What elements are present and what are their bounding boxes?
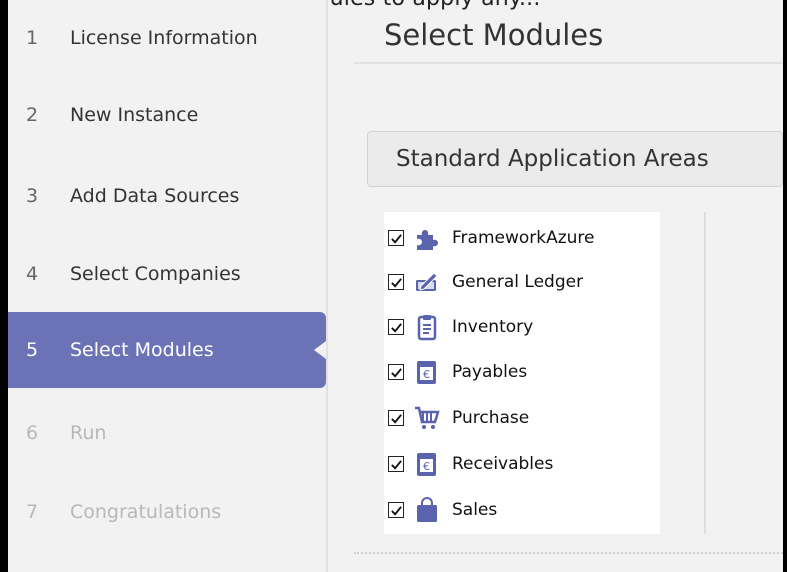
- step-number: 3: [26, 185, 39, 207]
- module-label: Inventory: [452, 317, 534, 337]
- page-title: Select Modules: [384, 18, 604, 52]
- module-label: Purchase: [452, 408, 530, 428]
- checkmark-icon: [390, 277, 402, 288]
- step-new-instance[interactable]: 2 New Instance: [8, 91, 326, 139]
- module-label: Receivables: [452, 454, 554, 474]
- wizard-steps-sidebar: 1 License Information 2 New Instance 3 A…: [8, 0, 326, 572]
- step-label: Run: [70, 422, 107, 444]
- column-divider: [704, 212, 706, 534]
- checkmark-icon: [390, 367, 402, 378]
- step-number: 6: [26, 422, 39, 444]
- checkmark-icon: [390, 413, 402, 424]
- module-checkbox[interactable]: [388, 230, 404, 246]
- module-checkbox[interactable]: [388, 364, 404, 380]
- module-label: FrameworkAzure: [452, 228, 595, 248]
- module-item-general-ledger[interactable]: General Ledger: [384, 262, 660, 302]
- module-checkbox[interactable]: [388, 456, 404, 472]
- clipboard-icon: [412, 312, 442, 342]
- title-divider: [354, 62, 783, 64]
- module-checkbox[interactable]: [388, 502, 404, 518]
- step-label: Add Data Sources: [70, 185, 240, 207]
- module-label: Payables: [452, 362, 528, 382]
- step-number: 5: [26, 339, 39, 361]
- step-label: License Information: [70, 27, 258, 49]
- step-add-data-sources[interactable]: 3 Add Data Sources: [8, 172, 326, 220]
- window-frame-left: [0, 0, 8, 572]
- step-select-modules[interactable]: 5 Select Modules: [8, 312, 326, 388]
- module-item-receivables[interactable]: € Receivables: [384, 444, 660, 484]
- svg-text:€: €: [423, 368, 430, 381]
- step-select-companies[interactable]: 4 Select Companies: [8, 250, 326, 298]
- bottom-dotted-divider: [354, 552, 783, 554]
- module-item-payables[interactable]: € Payables: [384, 352, 660, 392]
- puzzle-icon: [412, 223, 442, 253]
- step-congratulations: 7 Congratulations: [8, 488, 326, 536]
- step-label: Select Modules: [70, 339, 214, 361]
- module-label: General Ledger: [452, 272, 584, 292]
- module-list: FrameworkAzure General Ledger Inventory: [384, 212, 660, 534]
- module-item-sales[interactable]: Sales: [384, 490, 660, 530]
- step-run: 6 Run: [8, 409, 326, 457]
- module-checkbox[interactable]: [388, 410, 404, 426]
- step-number: 4: [26, 263, 39, 285]
- module-checkbox[interactable]: [388, 319, 404, 335]
- shopping-bag-icon: [412, 495, 442, 525]
- module-item-purchase[interactable]: Purchase: [384, 398, 660, 438]
- active-step-pointer: [314, 341, 326, 359]
- invoice-euro-icon: €: [412, 357, 442, 387]
- module-checkbox[interactable]: [388, 274, 404, 290]
- checkmark-icon: [390, 459, 402, 470]
- ledger-pen-icon: [412, 267, 442, 297]
- module-item-inventory[interactable]: Inventory: [384, 307, 660, 347]
- step-license-information[interactable]: 1 License Information: [8, 14, 326, 62]
- step-number: 2: [26, 104, 39, 126]
- main-panel: Select Modules Standard Application Area…: [328, 0, 783, 572]
- step-label: Select Companies: [70, 263, 241, 285]
- step-number: 7: [26, 501, 39, 523]
- window-frame-right: [783, 0, 787, 572]
- module-label: Sales: [452, 500, 498, 520]
- step-label: Congratulations: [70, 501, 222, 523]
- checkmark-icon: [390, 505, 402, 516]
- step-label: New Instance: [70, 104, 199, 126]
- shopping-cart-icon: [412, 403, 442, 433]
- svg-text:€: €: [423, 460, 430, 473]
- invoice-euro-icon: €: [412, 449, 442, 479]
- standard-application-areas-button[interactable]: Standard Application Areas: [367, 131, 783, 187]
- checkmark-icon: [390, 233, 402, 244]
- step-number: 1: [26, 27, 39, 49]
- module-item-frameworkazure[interactable]: FrameworkAzure: [384, 218, 660, 258]
- checkmark-icon: [390, 322, 402, 333]
